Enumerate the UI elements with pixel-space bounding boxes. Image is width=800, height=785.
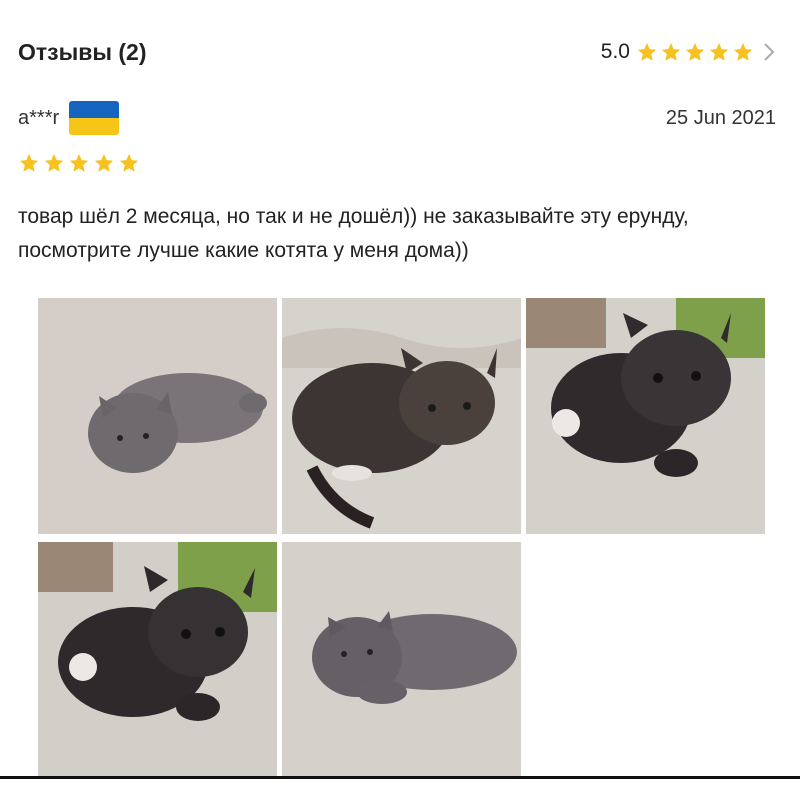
star-icon xyxy=(733,42,753,61)
review-author: a***r xyxy=(18,101,120,135)
review-photo-1[interactable] xyxy=(38,298,277,534)
review-meta: a***r 25 Jun 2021 xyxy=(18,100,776,136)
star-icon xyxy=(637,42,657,61)
divider xyxy=(0,776,800,779)
star-icon xyxy=(94,153,114,172)
chevron-right-icon[interactable] xyxy=(760,41,778,63)
review-photo-5[interactable] xyxy=(282,542,521,778)
rating-summary-link[interactable]: 5.0 xyxy=(601,40,778,64)
review-stars xyxy=(18,152,140,174)
reviews-title: Отзывы (2) xyxy=(18,38,147,65)
review-photo-3[interactable] xyxy=(526,298,765,534)
grey-kitten-photo xyxy=(38,298,277,534)
rating-value: 5.0 xyxy=(600,40,630,63)
star-icon xyxy=(19,153,39,172)
ukraine-flag-icon xyxy=(69,101,120,135)
rating-stars xyxy=(636,41,754,63)
review-text: товар шёл 2 месяца, но так и не дошёл)) … xyxy=(18,205,689,262)
star-icon xyxy=(44,153,64,172)
star-icon xyxy=(661,42,681,61)
grey-kitten-lying-photo xyxy=(282,542,521,778)
star-icon xyxy=(69,153,89,172)
star-icon xyxy=(119,153,139,172)
dark-tabby-kitten-photo xyxy=(526,298,765,534)
dark-tabby-kitten-photo-2 xyxy=(38,542,277,778)
star-icon xyxy=(709,42,729,61)
review-photo-4[interactable] xyxy=(38,542,277,778)
reviews-header: Отзывы (2) 5.0 xyxy=(18,34,778,70)
author-name: a***r xyxy=(18,106,60,129)
review-date: 25 Jun 2021 xyxy=(665,106,776,129)
review-photo-2[interactable] xyxy=(282,298,521,534)
tabby-kitten-photo xyxy=(282,298,521,534)
star-icon xyxy=(685,42,705,61)
